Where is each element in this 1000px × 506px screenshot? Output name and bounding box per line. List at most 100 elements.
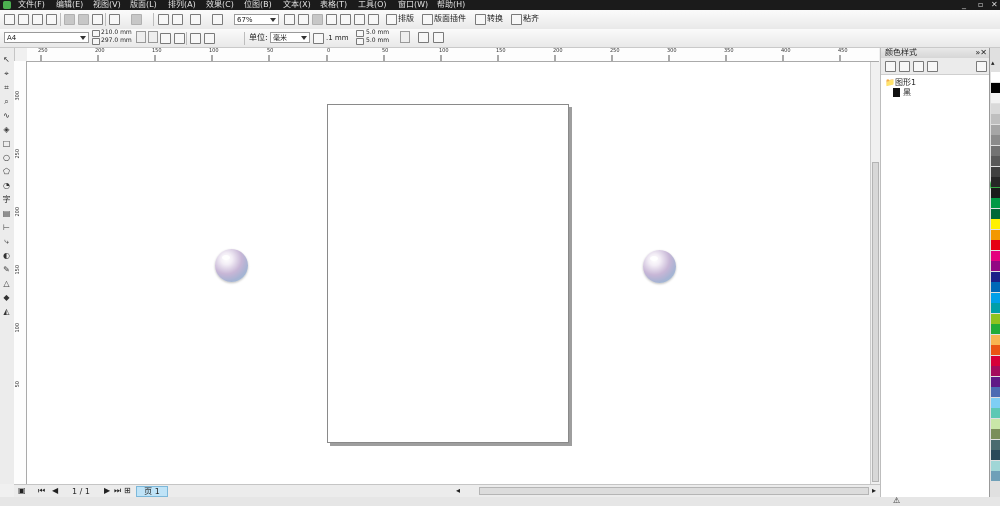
plugin-button[interactable]: 版面插件 — [434, 14, 466, 24]
table-tool-icon[interactable]: ▤ — [2, 209, 11, 218]
palette-swatch[interactable] — [991, 114, 1000, 124]
palette-swatch[interactable] — [991, 72, 1000, 82]
save-icon[interactable] — [32, 14, 43, 25]
palette-swatch[interactable] — [991, 292, 1000, 303]
zoom-level-select[interactable]: 67% — [234, 14, 279, 25]
menu-text[interactable]: 文本(X) — [283, 0, 311, 10]
paste-align-icon[interactable] — [511, 14, 522, 25]
convert-icon[interactable] — [475, 14, 486, 25]
options-icon[interactable] — [433, 32, 444, 43]
portrait-icon[interactable] — [160, 33, 171, 44]
palette-swatch[interactable] — [991, 439, 1000, 450]
size-spinner-2[interactable] — [148, 31, 158, 43]
palette-swatch[interactable] — [991, 187, 1000, 198]
duplicate-spinner[interactable] — [400, 31, 410, 43]
export-icon[interactable] — [172, 14, 183, 25]
redo-icon[interactable] — [131, 14, 142, 25]
current-page-icon[interactable] — [204, 33, 215, 44]
plugin-icon[interactable] — [422, 14, 433, 25]
layout-button[interactable]: 排版 — [398, 14, 414, 24]
first-page-icon[interactable]: ⏮ — [38, 486, 45, 496]
document-page[interactable] — [327, 104, 569, 443]
page-height-field[interactable]: 297.0 mm — [101, 37, 132, 45]
restore-icon[interactable]: ▫ — [978, 0, 983, 10]
pick-tool-icon[interactable]: ↖ — [2, 55, 11, 64]
palette-swatch[interactable] — [991, 261, 1000, 271]
all-pages-icon[interactable] — [190, 33, 201, 44]
zoom-out-icon[interactable] — [298, 14, 309, 25]
rectangle-tool-icon[interactable]: □ — [2, 139, 11, 148]
menu-bitmaps[interactable]: 位图(B) — [244, 0, 272, 10]
menu-help[interactable]: 帮助(H) — [437, 0, 465, 10]
palette-swatch[interactable] — [991, 460, 1000, 471]
menu-layout[interactable]: 版面(L) — [130, 0, 157, 10]
menu-window[interactable]: 窗口(W) — [398, 0, 428, 10]
new-color-style-icon[interactable] — [885, 61, 896, 72]
size-spinner[interactable] — [136, 31, 146, 43]
zoom-height-icon[interactable] — [368, 14, 379, 25]
landscape-icon[interactable] — [174, 33, 185, 44]
zoom-all-icon[interactable] — [326, 14, 337, 25]
palette-swatch[interactable] — [991, 334, 1000, 345]
palette-swatch[interactable] — [991, 271, 1000, 282]
zoom-in-icon[interactable] — [284, 14, 295, 25]
welcome-icon[interactable] — [212, 14, 223, 25]
palette-swatch[interactable] — [991, 397, 1000, 408]
scroll-right-icon[interactable]: ▸ — [872, 486, 876, 496]
vertical-scroll-thumb[interactable] — [872, 162, 879, 482]
new-document-icon[interactable] — [4, 14, 15, 25]
palette-swatch[interactable] — [991, 450, 1000, 460]
horizontal-ruler[interactable]: 250 200 150 100 50 0 50 100 150 200 250 … — [27, 48, 879, 62]
menu-arrange[interactable]: 排列(A) — [168, 0, 196, 10]
interactive-fill-tool-icon[interactable]: ◭ — [2, 307, 11, 316]
zoom-tool-icon[interactable]: ⌕ — [2, 97, 11, 106]
palette-swatch[interactable] — [991, 481, 1000, 492]
palette-swatch[interactable] — [991, 145, 1000, 156]
palette-swatch[interactable] — [991, 219, 1000, 229]
freehand-tool-icon[interactable]: ∿ — [2, 111, 11, 120]
palette-scroll-up-icon[interactable]: ▴ — [991, 58, 995, 68]
crop-tool-icon[interactable]: ⌗ — [2, 83, 11, 92]
horizontal-scroll-thumb[interactable] — [479, 487, 869, 495]
zoom-width-icon[interactable] — [354, 14, 365, 25]
menu-view[interactable]: 视图(V) — [93, 0, 121, 10]
pearl-object-left[interactable] — [215, 249, 248, 282]
smart-fill-tool-icon[interactable]: ◈ — [2, 125, 11, 134]
edit-color-icon[interactable] — [913, 61, 924, 72]
tree-root-item[interactable]: 图形1 — [895, 78, 916, 88]
palette-swatch[interactable] — [991, 282, 1000, 292]
page-tab[interactable]: 页 1 — [136, 486, 168, 497]
fill-tool-icon[interactable]: ◆ — [2, 293, 11, 302]
pearl-object-right[interactable] — [643, 250, 676, 283]
dimension-tool-icon[interactable]: ⊢ — [2, 223, 11, 232]
last-page-icon[interactable]: ⏭ — [114, 486, 121, 496]
undo-icon[interactable] — [109, 14, 120, 25]
print-icon[interactable] — [46, 14, 57, 25]
palette-swatch[interactable] — [991, 366, 1000, 376]
palette-swatch[interactable] — [991, 471, 1000, 481]
next-page-icon[interactable]: ▶ — [104, 486, 110, 496]
paste-align-button[interactable]: 粘齐 — [523, 14, 539, 24]
page-size-select[interactable]: A4 — [4, 32, 89, 43]
palette-swatch[interactable] — [991, 177, 1000, 187]
palette-swatch[interactable] — [991, 313, 1000, 324]
add-page-icon[interactable]: ⊞ — [124, 486, 131, 496]
units-select[interactable]: 毫米 — [270, 32, 310, 43]
menu-table[interactable]: 表格(T) — [320, 0, 347, 10]
text-tool-icon[interactable]: 字 — [2, 195, 11, 204]
palette-swatch[interactable] — [991, 303, 1000, 313]
palette-swatch[interactable] — [991, 124, 1000, 135]
palette-swatch[interactable] — [991, 82, 1000, 93]
palette-swatch[interactable] — [991, 418, 1000, 429]
shape-tool-icon[interactable]: ⌖ — [2, 69, 11, 78]
open-icon[interactable] — [18, 14, 29, 25]
copy-icon[interactable] — [78, 14, 89, 25]
convert-button[interactable]: 转换 — [487, 14, 503, 24]
vertical-ruler[interactable]: 300 250 200 150 100 50 — [14, 61, 27, 484]
palette-swatch[interactable] — [991, 408, 1000, 418]
cut-icon[interactable] — [64, 14, 75, 25]
docker-options-icon[interactable] — [976, 61, 987, 72]
palette-swatch[interactable] — [991, 135, 1000, 145]
duplicate-distance-y-field[interactable]: 5.0 mm — [366, 37, 389, 45]
tree-child-item[interactable]: 黑 — [903, 88, 911, 98]
